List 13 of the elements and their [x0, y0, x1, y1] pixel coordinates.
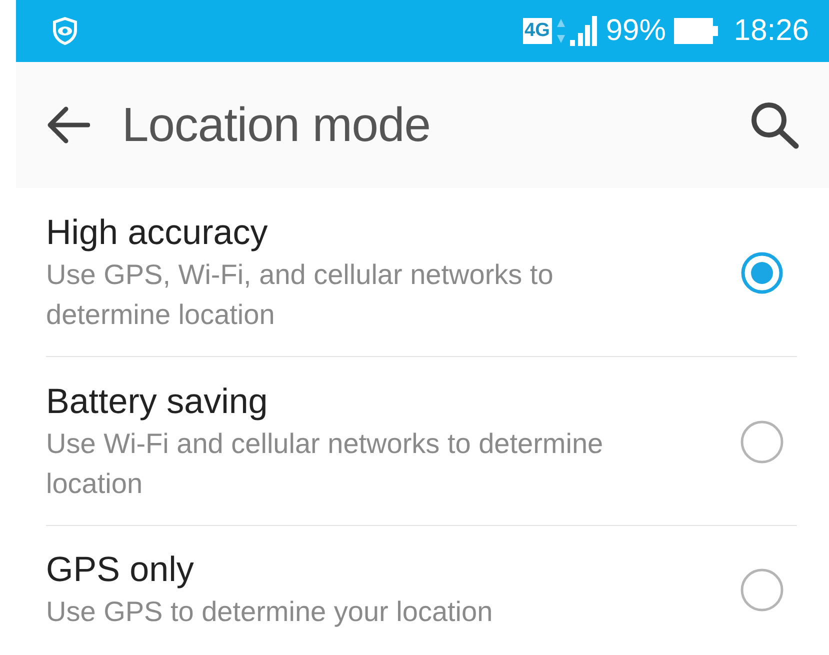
option-description: Use GPS to determine your location: [46, 595, 494, 629]
status-time: 18:26: [734, 14, 809, 48]
option-title: GPS only: [46, 549, 195, 591]
network-badge: 4G: [522, 18, 552, 44]
option-row[interactable]: Battery saving Use Wi-Fi and cellular networks to determine location: [46, 357, 797, 526]
option-title: High accuracy: [46, 212, 269, 254]
option-row[interactable]: GPS only Use GPS to determine your location: [46, 526, 797, 632]
option-description: Use GPS, Wi-Fi, and cellular networks to determine location: [46, 258, 554, 332]
option-description: Use Wi-Fi and cellular networks to determine location: [46, 427, 604, 501]
option-title: Battery saving: [46, 381, 269, 423]
screen-title: Location mode: [122, 98, 432, 152]
battery-percent: 99%: [606, 14, 666, 48]
option-row[interactable]: High accuracy Use GPS, Wi-Fi, and cellular networks to determine location: [46, 188, 797, 357]
